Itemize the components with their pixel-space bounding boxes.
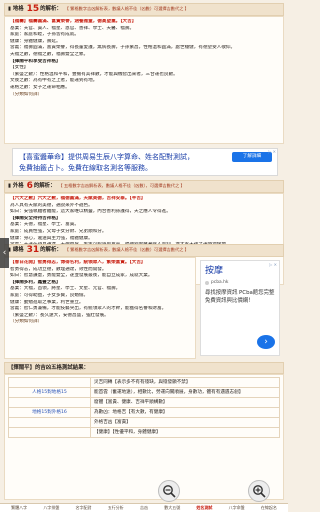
table-row: 【健康】【性優平和，身體健康】 <box>8 427 280 438</box>
section-note: 【 繁格數字吉凶解析表，數議人格不佳（凶數）可選擇吉數代之 】 <box>64 6 189 12</box>
zoom-out-button[interactable] <box>158 480 180 502</box>
row-value: 為數凶：地格吉【有大數，有健康】 <box>90 407 280 418</box>
tab-item[interactable]: 數大五號 <box>164 505 180 512</box>
line: （繁盛之數）：長久遠大，安德昌盛，強壯發展。 <box>10 312 109 318</box>
section-number: 15 <box>26 4 40 15</box>
line: 【揮闊多利，鑫豐之格】 <box>10 279 61 285</box>
tab-item[interactable]: 吉凶 <box>140 505 148 512</box>
zoom-in-button[interactable] <box>248 480 270 502</box>
table-row: 外格吉凶【富貴】 <box>8 417 280 428</box>
row-value: 【健康】【性優平和，身體健康】 <box>90 427 280 438</box>
section-label: 的解析： <box>40 6 62 13</box>
section-body-total: 【春日花開】智勇得志，博得名利，統領眾人，繁榮富貴。【大吉】 智勇得志，成功立德… <box>4 257 196 359</box>
line: 如日：智慧謙虛，勇能雙全，遂並發展最後，能自立成家，成就大業。 <box>10 273 153 279</box>
line: 為人具有天賦的美德，通說來外不遜色。 <box>10 202 93 208</box>
tab-item-active[interactable]: 姓名測試 <box>196 505 212 512</box>
tab-item[interactable]: 繁體八字 <box>11 505 27 512</box>
ad-title[interactable]: 按摩 <box>205 265 223 277</box>
line: 家庭：成員性強，父母子女分財、兄弟順和分。 <box>10 228 107 234</box>
row-label <box>8 377 91 388</box>
line: 基業：天德，福星、學士、富貴。 <box>10 222 79 228</box>
table-row: 人格15對地格15 能首雲（奮運地遠），相數比，勞運向關順展，身數功，體有有遇遇… <box>8 387 280 398</box>
ad-line-1[interactable]: 【喜蜜醬華命】提供周易生辰八字算命、姓名配對測試， <box>19 152 194 162</box>
test-table-wrap: 災吉同轉【表示多不有有殘缺，與殘發顯不禁】 人格15對地格15 能首雲（奮運地遠… <box>4 374 284 500</box>
line: 健康：勤勉進取之事業，利世重立。 <box>10 299 84 305</box>
section-title: ▮ 總格 <box>8 247 24 254</box>
row-label <box>8 417 91 428</box>
ad-close-icon[interactable]: ▷ ✕ <box>268 149 276 156</box>
line: 【福壽】福壽圓滿、富貴榮譽，涵養雅量，德高望重。【大吉】 <box>10 19 137 24</box>
line: 基業：大福，首領，將星、學士、文星、元官、福壽。 <box>10 286 121 292</box>
ad-domain: pcba.hk <box>205 280 228 287</box>
row-value: 外格吉凶【富貴】 <box>90 417 280 428</box>
test-table: 災吉同轉【表示多不有有殘缺，與殘發顯不禁】 人格15對地格15 能首雲（奮運地遠… <box>8 377 280 438</box>
ad-line-2[interactable]: 免費抽籤占卜。免費在線取名測名等服務。 <box>19 163 152 173</box>
line: 家庭：家庭和睦，子孫皆有成就。 <box>10 32 79 38</box>
ad-domain-text: pcba.hk <box>211 280 229 285</box>
section-header-total: ▮ 總格 31 的解析： 【 繁格數字吉凶解析表，數議人格不佳（凶數）可選擇吉數… <box>4 244 284 257</box>
test-title: 【揮闊平】的吉凶五格測試結果： <box>8 364 89 371</box>
section-title: ▮ 地格 <box>8 6 24 13</box>
line: 天福之數，德福之數，福壽雙全之象。 <box>10 51 89 57</box>
line: 【六大之數】六大之數，福德圓滿，天賦美德，吉祥安泰。【半吉】 <box>10 196 146 201</box>
test-header: 【揮闊平】的吉凶五格測試結果： <box>4 362 284 374</box>
row-value: 窟體【富貴、健康、吉祥平順構數】 <box>90 397 280 408</box>
zoom-in-icon <box>253 485 266 498</box>
section-body-earth: 【福壽】福壽圓滿、富貴榮譽，涵養雅量，德高望重。【大吉】 基業：天官、貴人、福星… <box>4 16 284 144</box>
tab-item[interactable]: 八字排盤 <box>43 505 59 512</box>
detail-link[interactable]: （分類如何詳） <box>10 92 278 99</box>
ad-box[interactable]: 按摩 pcba.hk 尋找按摩資訊 PCba館您完整免費資訊與比價網！ › ▷ … <box>200 260 280 356</box>
section-number: 6 <box>26 181 33 192</box>
line: 健康：身體健康，壽延。 <box>10 38 61 44</box>
line: 【揮闊安全持持吉祥格】 <box>10 215 61 221</box>
tab-item[interactable]: 在線起名 <box>261 505 277 512</box>
zoom-out-icon <box>163 485 176 498</box>
section-note: 【 五格數字吉凶解析表，數議人格不佳（凶數），可選擇吉數代之 】 <box>58 183 185 189</box>
favicon-icon <box>205 281 209 286</box>
line: 【揮闊平和享受吉祥格】 <box>10 58 61 64</box>
ad-detail-button[interactable]: 了解詳細 <box>232 152 272 162</box>
line: （繁盛之數）：性格溫和平和，豐擁有其祥數，才能與機智出來者，三合運也良數。 <box>10 71 178 77</box>
line: 基業：天官、貴人、福星、恩官、善祥、學士、天醫、福壽。 <box>10 25 135 31</box>
bottom-tab-bar: 繁體八字 八字排盤 名字配對 五行分析 吉凶 數大五號 姓名測試 八字命盤 在線… <box>0 503 288 512</box>
line: 文後之數：為有中有之上者，能運到有地。 <box>10 78 98 84</box>
line: 如日：安強執難者難能，這大家唯以精靈，內合善利孫護得，天之應人令得進。 <box>10 209 171 215</box>
line: 運格之數：女子之運命相應。 <box>10 84 70 90</box>
ad-close-icon[interactable]: ▷ ✕ <box>269 262 277 269</box>
row-label <box>8 427 91 438</box>
tab-item[interactable]: 名字配對 <box>76 505 92 512</box>
section-header-outer: ▮ 外格 6 的解析： 【 五格數字吉凶解析表，數議人格不佳（凶數），可選擇吉數… <box>4 180 284 193</box>
line: 智勇得志，成功立德，數理通達，效性而開發。 <box>10 266 107 272</box>
ad-arrow-button[interactable]: › <box>257 335 275 349</box>
row-label: 地格15對外格16 <box>8 407 91 418</box>
row-label <box>8 397 91 408</box>
section-label: 的解析： <box>40 247 62 254</box>
section-label: 的解析： <box>33 183 56 190</box>
prev-page-arrow-icon[interactable]: ‹ <box>0 238 9 268</box>
tab-item[interactable]: 八字命盤 <box>229 505 245 512</box>
row-label: 人格15對地格15 <box>8 387 91 398</box>
line: 【女性】 <box>10 65 29 71</box>
tab-item[interactable]: 五行分析 <box>108 505 124 512</box>
section-header-earth: ▮ 地格 15 的解析： 【 繁格數字吉凶解析表，數議人格不佳（凶數）可選擇吉數… <box>4 3 284 16</box>
line: 健康：身心，遲送與主力強，福體健康。 <box>10 235 93 241</box>
line: 【春日花開】智勇得志，博得名利，統領眾人，繁榮富貴。【大吉】 <box>10 260 146 265</box>
section-number: 31 <box>26 245 40 256</box>
ad-banner[interactable]: 【喜蜜醬華命】提供周易生辰八字算命、姓名配對測試， 免費抽籤占卜。免費在線取名測… <box>12 148 278 176</box>
ad-description[interactable]: 尋找按摩資訊 PCba館您完整免費資訊與比價網！ <box>205 289 277 305</box>
row-value: 災吉同轉【表示多不有有殘缺，與殘發顯不禁】 <box>90 377 280 388</box>
section-title: ▮ 外格 <box>8 183 24 190</box>
section-note: 【 繁格數字吉凶解析表，數議人格不佳（凶數）可選擇吉數代之 】 <box>64 247 189 253</box>
table-row: 地格15對外格16 為數凶：地格吉【有大數，有健康】 <box>8 407 280 418</box>
detail-link[interactable]: （分類如何詳） <box>10 319 190 326</box>
row-value: 能首雲（奮運地遠），相數比，勞運向關順展，身數功，體有有遇遇志創】 <box>90 387 280 398</box>
line: 家庭：可得助益，子女多賢，良婚愉。 <box>10 292 89 298</box>
table-row: 災吉同轉【表示多不有有殘缺，與殘發顯不禁】 <box>8 377 280 388</box>
line: 含義：智仁勇兼備，才能技藝突出，有統領眾人的才幹，能獲得名譽和財富。 <box>10 306 167 312</box>
line: 含義：福壽圓滿，富貴榮譽，得長輩愛護，無病長壽，子孫繁昌，性格溫和圓滿，處世穩健… <box>10 45 236 51</box>
table-row: 窟體【富貴、健康、吉祥平順構數】 <box>8 397 280 408</box>
